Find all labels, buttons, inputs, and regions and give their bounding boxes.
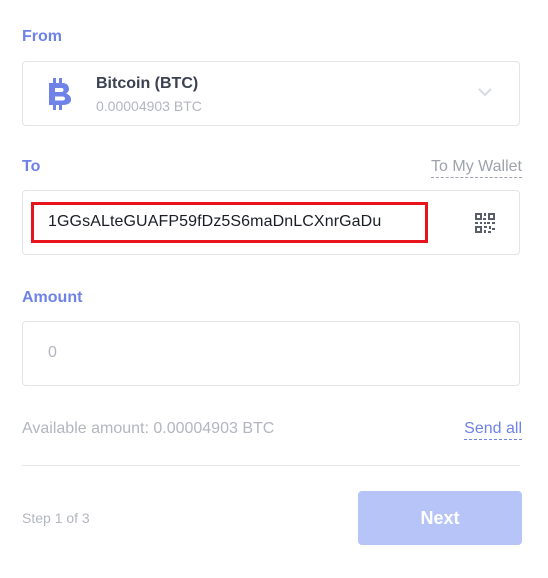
from-label: From <box>22 28 62 45</box>
amount-field[interactable]: 0 <box>22 321 520 386</box>
send-all-link[interactable]: Send all <box>464 420 522 440</box>
to-my-wallet-link[interactable]: To My Wallet <box>431 158 522 178</box>
next-button[interactable]: Next <box>358 491 522 545</box>
address-input[interactable]: 1GGsALteGUAFP59fDz5S6maDnLCXnrGaDu <box>48 213 381 231</box>
amount-input[interactable]: 0 <box>48 344 57 362</box>
divider <box>22 465 520 466</box>
address-field[interactable]: 1GGsALteGUAFP59fDz5S6maDnLCXnrGaDu <box>22 190 520 255</box>
coin-select[interactable]: Bitcoin (BTC) 0.00004903 BTC <box>22 61 520 126</box>
step-indicator: Step 1 of 3 <box>22 510 90 526</box>
coin-balance: 0.00004903 BTC <box>96 98 202 114</box>
coin-name: Bitcoin (BTC) <box>96 75 199 92</box>
available-amount: Available amount: 0.00004903 BTC <box>22 420 275 437</box>
to-label: To <box>22 158 41 175</box>
amount-label: Amount <box>22 289 83 306</box>
